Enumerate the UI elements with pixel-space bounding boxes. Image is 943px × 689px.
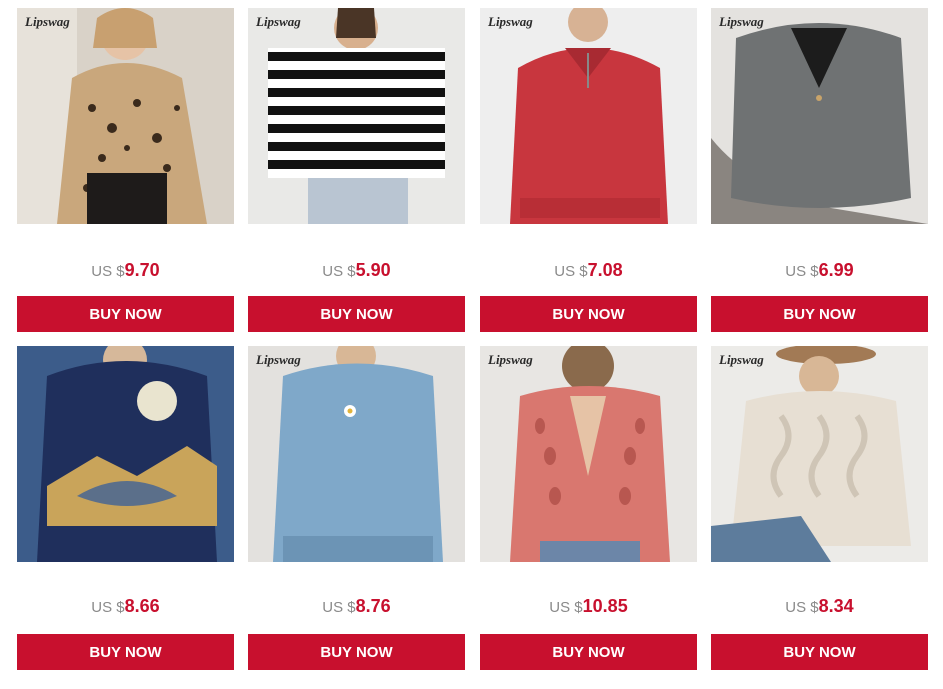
price-amount: 8.76 <box>355 596 391 616</box>
buy-now-button[interactable]: BUY NOW <box>711 634 928 670</box>
brand-watermark: Lipswag <box>25 14 70 29</box>
buy-now-button[interactable]: BUY NOW <box>480 296 697 332</box>
buy-now-button[interactable]: BUY NOW <box>17 296 234 332</box>
currency-label: US $ <box>554 263 588 280</box>
price-label: US $6.99 <box>711 260 928 281</box>
product-image-whale-hoodie[interactable] <box>17 346 234 562</box>
price-amount: 8.34 <box>818 596 854 616</box>
product-image-pink-cardigan[interactable]: Lipswag <box>480 346 697 562</box>
currency-label: US $ <box>322 599 356 616</box>
price-label: US $8.66 <box>17 596 234 617</box>
product-image-leopard-blouse[interactable]: Lipswag <box>17 8 234 224</box>
price-label: US $9.70 <box>17 260 234 281</box>
product-image-grey-sweater[interactable]: Lipswag <box>711 8 928 224</box>
product-card: US $8.66 BUY NOW <box>17 346 234 670</box>
brand-watermark: Lipswag <box>488 352 533 367</box>
brand-watermark: Lipswag <box>719 352 764 367</box>
product-image-red-sweatshirt[interactable]: Lipswag <box>480 8 697 224</box>
buy-now-button[interactable]: BUY NOW <box>711 296 928 332</box>
brand-watermark: Lipswag <box>256 14 301 29</box>
brand-watermark: Lipswag <box>256 352 301 367</box>
product-card: Lipswag US $8.34 BUY NOW <box>711 346 928 670</box>
brand-watermark: Lipswag <box>488 14 533 29</box>
buy-now-button[interactable]: BUY NOW <box>480 634 697 670</box>
currency-label: US $ <box>322 263 356 280</box>
brand-watermark: Lipswag <box>719 14 764 29</box>
currency-label: US $ <box>785 599 819 616</box>
product-card: Lipswag US $5.90 BUY NOW <box>248 8 465 332</box>
price-label: US $8.34 <box>711 596 928 617</box>
buy-now-button[interactable]: BUY NOW <box>17 634 234 670</box>
currency-label: US $ <box>785 263 819 280</box>
product-card: Lipswag US $10.85 BUY NOW <box>480 346 697 670</box>
buy-now-button[interactable]: BUY NOW <box>248 634 465 670</box>
price-label: US $5.90 <box>248 260 465 281</box>
price-label: US $10.85 <box>480 596 697 617</box>
buy-now-button[interactable]: BUY NOW <box>248 296 465 332</box>
product-image-cream-cable-sweater[interactable]: Lipswag <box>711 346 928 562</box>
currency-label: US $ <box>91 599 125 616</box>
currency-label: US $ <box>91 263 125 280</box>
price-amount: 7.08 <box>587 260 623 280</box>
price-amount: 9.70 <box>124 260 160 280</box>
product-card: Lipswag US $7.08 BUY NOW <box>480 8 697 332</box>
price-label: US $8.76 <box>248 596 465 617</box>
price-label: US $7.08 <box>480 260 697 281</box>
price-amount: 8.66 <box>124 596 160 616</box>
product-card: Lipswag US $9.70 BUY NOW <box>17 8 234 332</box>
product-image-blue-daisy-sweater[interactable]: Lipswag <box>248 346 465 562</box>
price-amount: 5.90 <box>355 260 391 280</box>
product-card: Lipswag US $8.76 BUY NOW <box>248 346 465 670</box>
product-grid: Lipswag US $9.70 BUY NOW Lipswag US $5.9… <box>0 0 943 689</box>
product-card: Lipswag US $6.99 BUY NOW <box>711 8 928 332</box>
product-image-striped-top[interactable]: Lipswag <box>248 8 465 224</box>
currency-label: US $ <box>549 599 583 616</box>
price-amount: 10.85 <box>582 596 628 616</box>
price-amount: 6.99 <box>818 260 854 280</box>
